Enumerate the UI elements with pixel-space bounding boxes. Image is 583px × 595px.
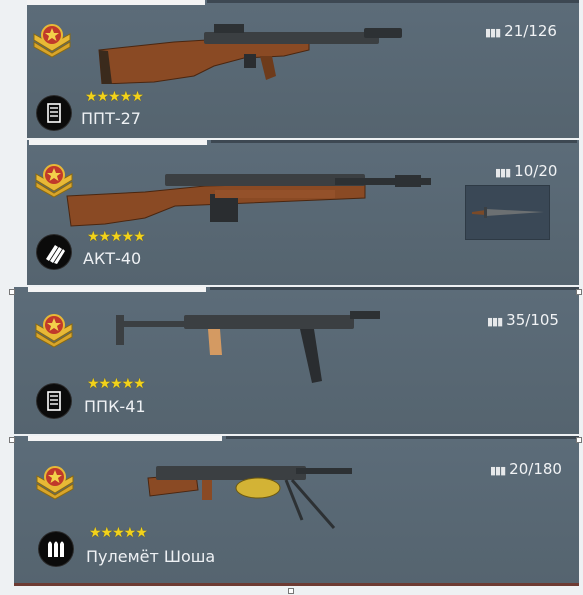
ammo-count: ▮▮▮ 21/126 (485, 22, 557, 40)
ammo-value: 35/105 (506, 311, 559, 329)
selection-handle[interactable] (576, 437, 582, 443)
rating-stars: ★★★★★ (87, 376, 146, 392)
ammo-icon: ▮▮▮ (490, 464, 506, 477)
rating-stars: ★★★★★ (87, 229, 146, 245)
progress-bar-track (207, 0, 579, 3)
progress-bar (29, 140, 207, 145)
rank-icon (35, 314, 73, 348)
magazine-icon (37, 384, 71, 418)
progress-bar (28, 287, 206, 292)
ammo-count: ▮▮▮ 10/20 (495, 162, 557, 180)
selection-handle[interactable] (9, 437, 15, 443)
weapon-image-chauchat (147, 466, 352, 529)
ammo-count: ▮▮▮ 35/105 (487, 311, 559, 329)
ammo-value: 21/126 (504, 22, 557, 40)
rating-stars: ★★★★★ (85, 89, 144, 105)
attachment-slot-bayonet[interactable] (465, 185, 550, 240)
weapon-card-ppt27[interactable]: ★★★★★ ППТ-27 ▮▮▮ 21/126 (27, 0, 579, 138)
ammo-icon: ▮▮▮ (487, 315, 503, 328)
weapon-image-ppt27 (98, 24, 402, 84)
weapon-image-akt40 (66, 174, 431, 227)
selection-handle[interactable] (9, 289, 15, 295)
ammo-icon: ▮▮▮ (495, 166, 511, 179)
ammo-icon: ▮▮▮ (485, 26, 501, 39)
progress-bar (27, 0, 205, 5)
magazine-icon (37, 96, 71, 130)
weapon-image-ppk41 (116, 311, 380, 383)
rank-icon (33, 24, 71, 58)
progress-bar-track (210, 287, 579, 290)
progress-bar-track (226, 436, 579, 439)
ammo-count: ▮▮▮ 20/180 (490, 460, 562, 478)
weapon-name: АКТ-40 (83, 249, 142, 268)
weapon-name: ППК-41 (84, 397, 146, 416)
bayonet-icon (472, 207, 544, 218)
card-bottom-border (14, 583, 579, 586)
weapon-card-akt40[interactable]: ★★★★★ АКТ-40 ▮▮▮ 10/20 (27, 140, 579, 285)
weapon-name: Пулемёт Шоша (86, 547, 216, 566)
selection-handle[interactable] (288, 588, 294, 594)
weapon-card-chauchat[interactable]: ★★★★★ Пулемёт Шоша ▮▮▮ 20/180 (14, 436, 579, 586)
progress-bar-track (211, 140, 577, 143)
weapon-card-ppk41[interactable]: ★★★★★ ППК-41 ▮▮▮ 35/105 (14, 287, 579, 434)
ammo-value: 20/180 (509, 460, 562, 478)
rating-stars: ★★★★★ (89, 525, 148, 541)
weapon-name: ППТ-27 (81, 109, 141, 128)
selection-handle[interactable] (576, 289, 582, 295)
progress-bar (28, 436, 222, 441)
cartridges-icon (37, 235, 71, 269)
ammo-value: 10/20 (514, 162, 558, 180)
rank-icon (36, 466, 74, 500)
bullets-icon (39, 532, 73, 566)
